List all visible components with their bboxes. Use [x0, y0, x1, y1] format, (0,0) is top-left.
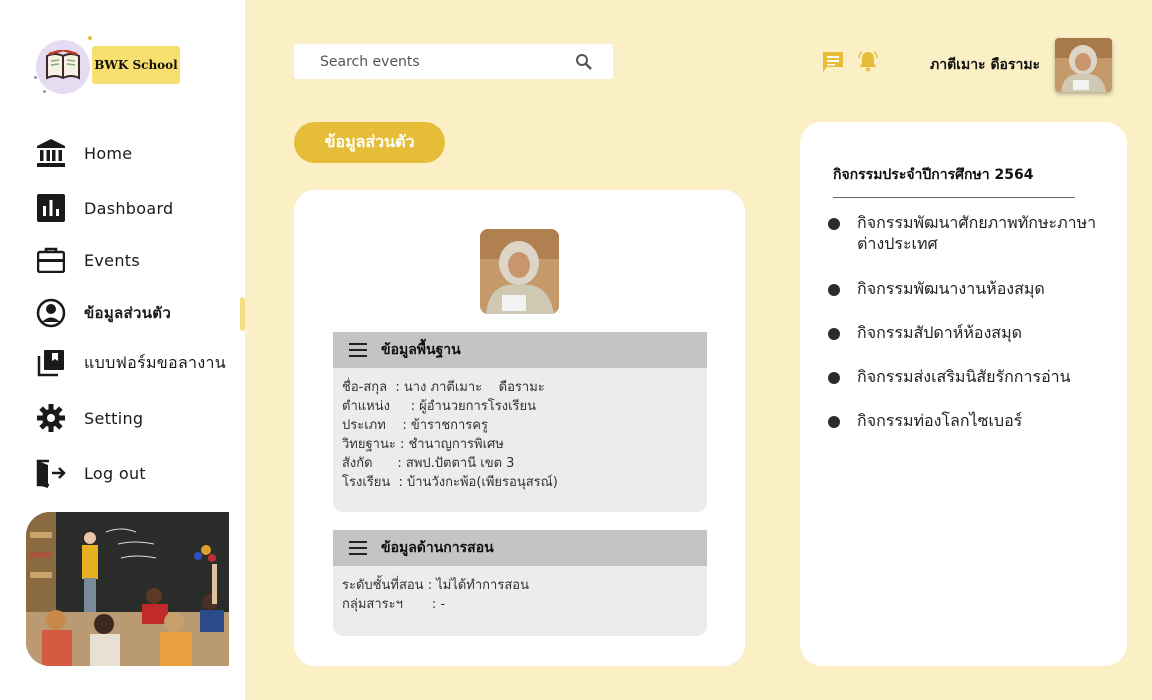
list-item[interactable]: กิจกรรมสัปดาห์ห้องสมุด	[828, 322, 1097, 343]
info-row: ระดับชั้นที่สอน : ไม่ได้ทำการสอน	[342, 576, 707, 595]
list-item[interactable]: กิจกรรมท่องโลกไซเบอร์	[828, 410, 1097, 431]
search-icon[interactable]	[575, 53, 593, 71]
info-row: วิทยฐานะ : ชำนาญการพิเศษ	[342, 435, 707, 454]
decor-dot	[43, 90, 46, 93]
sidebar-item-setting[interactable]: Setting	[36, 398, 245, 438]
message-icon[interactable]	[822, 51, 844, 73]
bullet-icon	[828, 218, 840, 230]
user-name[interactable]: ภาตีเมาะ ดือรามะ	[930, 54, 1040, 76]
classroom-image	[26, 512, 229, 666]
info-row: ตำแหน่ง : ผู้อำนวยการโรงเรียน	[342, 397, 707, 416]
sidebar-item-label: แบบฟอร์มขอลางาน	[84, 352, 226, 372]
profile-photo	[480, 229, 559, 314]
search-bar[interactable]	[294, 44, 613, 79]
activity-label: กิจกรรมส่งเสริมนิสัยรักการอ่าน	[857, 367, 1071, 386]
info-value: นาง ภาตีเมาะ ดือรามะ	[403, 380, 545, 395]
info-value: ข้าราชการครู	[410, 418, 488, 433]
bullet-icon	[828, 416, 840, 428]
gear-icon	[36, 403, 66, 433]
info-row: ชื่อ-สกุล : นาง ภาตีเมาะ ดือรามะ	[342, 378, 707, 397]
title-underline	[833, 197, 1075, 198]
teaching-info-section: ข้อมูลด้านการสอน ระดับชั้นที่สอน : ไม่ได…	[333, 530, 707, 636]
profile-card: ข้อมูลพื้นฐาน ชื่อ-สกุล : นาง ภาตีเมาะ ด…	[294, 190, 745, 666]
logout-icon	[36, 458, 66, 488]
info-value: ผู้อำนวยการโรงเรียน	[419, 399, 537, 414]
sidebar-item-home[interactable]: Home	[36, 133, 245, 173]
library-books-icon	[36, 348, 66, 378]
list-item[interactable]: กิจกรรมส่งเสริมนิสัยรักการอ่าน	[828, 366, 1097, 387]
active-indicator	[240, 297, 245, 331]
list-item[interactable]: กิจกรรมพัฒนาศักยภาพทักษะภาษาต่างประเทศ	[828, 212, 1097, 254]
bullet-icon	[828, 328, 840, 340]
info-key: ชื่อ-สกุล :	[342, 380, 404, 395]
user-circle-icon	[36, 298, 66, 328]
info-key: ประเภท :	[342, 418, 411, 433]
menu-icon[interactable]	[349, 343, 367, 357]
info-row: โรงเรียน : บ้านวังกะพ้อ(เพียรอนุสรณ์)	[342, 473, 707, 492]
briefcase-icon	[36, 245, 66, 275]
list-item[interactable]: กิจกรรมพัฒนางานห้องสมุด	[828, 278, 1097, 299]
sidebar-item-label: Log out	[84, 463, 146, 483]
sidebar-item-profile[interactable]: ข้อมูลส่วนตัว	[36, 293, 245, 333]
decor-dot	[34, 76, 37, 79]
menu-icon[interactable]	[349, 541, 367, 555]
info-key: โรงเรียน :	[342, 475, 408, 490]
info-row: กลุ่มสาระฯ : -	[342, 595, 707, 614]
section-header: ข้อมูลพื้นฐาน	[333, 332, 707, 368]
sidebar-item-label: Dashboard	[84, 198, 174, 218]
info-row: สังกัด : สพป.ปัตตานี เขต 3	[342, 454, 707, 473]
sidebar-item-label: Events	[84, 250, 140, 270]
teaching-info-rows: ระดับชั้นที่สอน : ไม่ได้ทำการสอน กลุ่มสา…	[333, 566, 707, 614]
basic-info-rows: ชื่อ-สกุล : นาง ภาตีเมาะ ดือรามะ ตำแหน่ง…	[333, 368, 707, 492]
search-input[interactable]	[320, 53, 580, 70]
info-key: วิทยฐานะ :	[342, 437, 409, 452]
info-row: ประเภท : ข้าราชการครู	[342, 416, 707, 435]
activity-label: กิจกรรมพัฒนางานห้องสมุด	[857, 279, 1045, 298]
avatar[interactable]	[1055, 38, 1112, 92]
activity-label: กิจกรรมพัฒนาศักยภาพทักษะภาษาต่างประเทศ	[857, 213, 1097, 253]
decor-dot	[88, 36, 92, 40]
activity-label: กิจกรรมสัปดาห์ห้องสมุด	[857, 323, 1022, 342]
info-key: ตำแหน่ง :	[342, 399, 420, 414]
page-title: ข้อมูลส่วนตัว	[294, 122, 445, 163]
section-title: ข้อมูลพื้นฐาน	[381, 342, 461, 358]
info-value: สพป.ปัตตานี เขต 3	[405, 456, 515, 471]
bank-icon	[36, 138, 66, 168]
activity-label: กิจกรรมท่องโลกไซเบอร์	[857, 411, 1023, 430]
sidebar-item-label: Setting	[84, 408, 144, 428]
sidebar-item-events[interactable]: Events	[36, 240, 245, 280]
bell-icon[interactable]	[857, 50, 879, 72]
info-value: ไม่ได้ทำการสอน	[436, 578, 529, 593]
basic-info-section: ข้อมูลพื้นฐาน ชื่อ-สกุล : นาง ภาตีเมาะ ด…	[333, 332, 707, 512]
bullet-icon	[828, 372, 840, 384]
section-header: ข้อมูลด้านการสอน	[333, 530, 707, 566]
info-key: ระดับชั้นที่สอน :	[342, 578, 437, 593]
sidebar: BWK School Home Dashboard Events ข้อมูลส…	[0, 0, 245, 700]
info-value: -	[440, 597, 446, 612]
sidebar-item-leave-form[interactable]: แบบฟอร์มขอลางาน	[36, 343, 245, 383]
info-value: ชำนาญการพิเศษ	[408, 437, 504, 452]
section-title: ข้อมูลด้านการสอน	[381, 540, 494, 556]
bar-chart-icon	[36, 193, 66, 223]
sidebar-item-label: Home	[84, 143, 133, 163]
activity-title: กิจกรรมประจำปีการศึกษา 2564	[833, 167, 1034, 183]
sidebar-item-logout[interactable]: Log out	[36, 453, 245, 493]
activity-card: กิจกรรมประจำปีการศึกษา 2564 กิจกรรมพัฒนา…	[800, 122, 1127, 666]
book-icon	[46, 50, 80, 80]
school-logo[interactable]: BWK School	[34, 36, 186, 96]
sidebar-item-label: ข้อมูลส่วนตัว	[84, 304, 172, 322]
info-value: บ้านวังกะพ้อ(เพียรอนุสรณ์)	[407, 475, 558, 490]
info-key: กลุ่มสาระฯ :	[342, 597, 441, 612]
sidebar-item-dashboard[interactable]: Dashboard	[36, 188, 245, 228]
info-key: สังกัด :	[342, 456, 406, 471]
logo-text: BWK School	[92, 46, 180, 84]
bullet-icon	[828, 284, 840, 296]
